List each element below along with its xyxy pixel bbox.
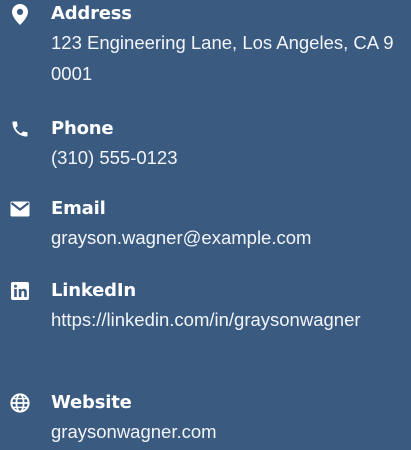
contact-item-email: Email grayson.wagner@example.com [0, 198, 411, 258]
contact-item-address: Address 123 Engineering Lane, Los Angele… [0, 3, 411, 103]
phone-label: Phone [51, 118, 114, 139]
location-pin-icon [7, 3, 33, 25]
linkedin-value[interactable]: https://linkedin.com/in/graysonwagner [51, 304, 401, 335]
website-link[interactable]: graysonwagner.com [51, 421, 217, 442]
envelope-icon [7, 198, 33, 220]
linkedin-icon [7, 280, 33, 302]
address-label: Address [51, 3, 132, 24]
contact-item-website: Website graysonwagner.com [0, 392, 411, 450]
phone-icon [7, 118, 33, 140]
phone-value[interactable]: (310) 555-0123 [51, 142, 401, 173]
address-value: 123 Engineering Lane, Los Angeles, CA 90… [51, 32, 394, 84]
email-link[interactable]: grayson.wagner@example.com [51, 227, 311, 248]
website-value[interactable]: graysonwagner.com [51, 416, 401, 447]
globe-icon [7, 392, 33, 414]
contact-item-linkedin: LinkedIn https://linkedin.com/in/grayson… [0, 280, 411, 375]
linkedin-link[interactable]: https://linkedin.com/in/graysonwagner [51, 309, 361, 330]
phone-link[interactable]: (310) 555-0123 [51, 147, 178, 168]
website-label: Website [51, 392, 132, 413]
email-value[interactable]: grayson.wagner@example.com [51, 222, 401, 253]
contact-item-phone: Phone (310) 555-0123 [0, 118, 411, 178]
linkedin-label: LinkedIn [51, 280, 136, 301]
contact-list: Address 123 Engineering Lane, Los Angele… [0, 0, 411, 450]
email-label: Email [51, 198, 106, 219]
